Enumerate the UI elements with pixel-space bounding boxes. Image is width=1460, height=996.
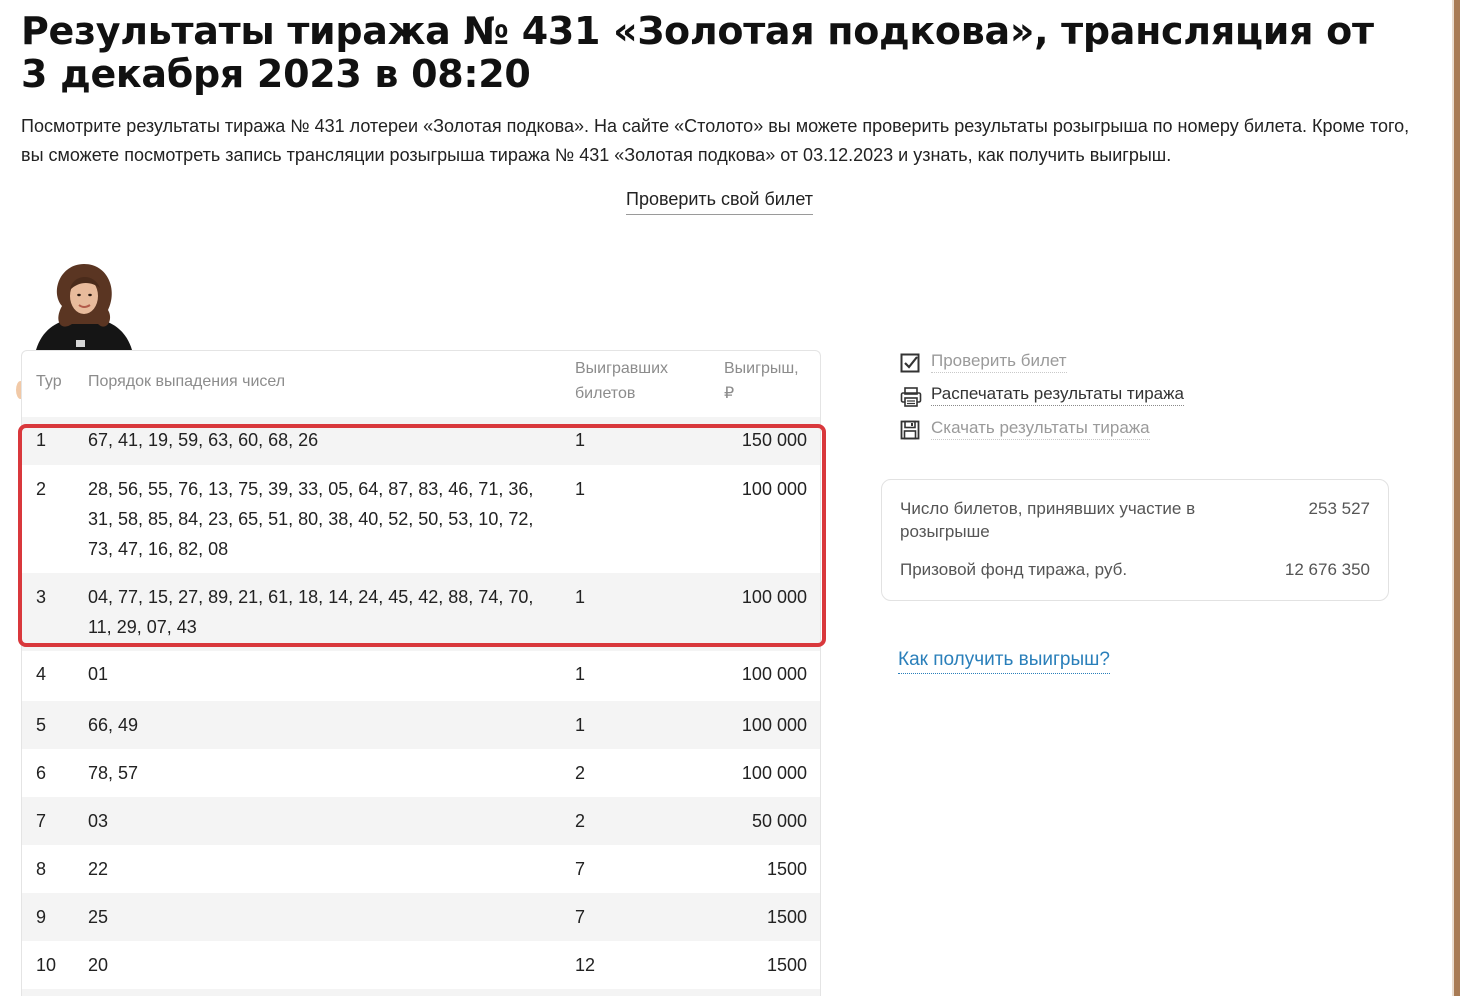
checkbox-icon: [900, 353, 920, 373]
table-row: 9 25 7 1500: [22, 893, 820, 941]
page-title: Результаты тиража № 431 «Золотая подкова…: [21, 9, 1374, 96]
cell-tour: 1: [36, 430, 47, 450]
prize-fund-value: 12 676 350: [1284, 560, 1370, 579]
check-ticket-label: Проверить билет: [931, 350, 1067, 373]
cell-numbers: 22: [88, 859, 109, 879]
prize-fund-label: Призовой фонд тиража, руб.: [900, 560, 1128, 579]
cell-numbers: 01: [88, 664, 109, 684]
cell-prize: 100 000: [741, 763, 807, 783]
cell-prize: 50 000: [751, 811, 807, 831]
table-header: Тур Порядок выпадения чисел Выигравших б…: [22, 351, 820, 417]
cell-winners: 1: [575, 430, 586, 450]
cell-numbers: 78, 57: [88, 763, 139, 783]
results-table: Тур Порядок выпадения чисел Выигравших б…: [21, 350, 821, 996]
printer-icon: [900, 387, 922, 407]
cell-tour: 9: [36, 907, 47, 927]
cell-numbers: 03: [88, 811, 109, 831]
print-results-label: Распечатать результаты тиража: [931, 383, 1184, 406]
cell-numbers: 25: [88, 907, 109, 927]
draw-info-card: Число билетов, принявших участие в розыг…: [881, 479, 1389, 601]
participants-value: 253 527: [1308, 499, 1370, 518]
header-tour: Тур: [36, 373, 62, 390]
host-portrait-image: [36, 264, 132, 350]
cell-tour: 8: [36, 859, 47, 879]
table-row-partial: [22, 989, 820, 996]
check-own-ticket-link[interactable]: Проверить свой билет: [626, 187, 813, 215]
header-prize-line2: ₽: [724, 385, 735, 402]
cell-winners: 1: [575, 479, 586, 499]
cell-tour: 7: [36, 811, 47, 831]
cell-winners: 2: [575, 763, 586, 783]
page: Результаты тиража № 431 «Золотая подкова…: [0, 0, 1460, 996]
table-row: 6 78, 57 2 100 000: [22, 749, 820, 797]
header-numbers: Порядок выпадения чисел: [88, 373, 286, 390]
cell-winners: 1: [575, 587, 586, 607]
host-avatar: [36, 262, 132, 350]
cell-tour: 6: [36, 763, 47, 783]
cell-tour: 5: [36, 715, 47, 735]
cell-tour: 3: [36, 587, 47, 607]
cell-tour: 2: [36, 479, 47, 499]
cell-prize: 100 000: [741, 479, 807, 499]
table-row: 7 03 2 50 000: [22, 797, 820, 845]
cell-numbers: 20: [88, 955, 109, 975]
table-row: 1 67, 41, 19, 59, 63, 60, 68, 26 1 150 0…: [22, 417, 820, 465]
cell-winners: 12: [575, 955, 596, 975]
cell-prize: 150 000: [741, 430, 807, 450]
cell-tour: 4: [36, 664, 47, 684]
table-row: 3 04, 77, 15, 27, 89, 21, 61, 18, 14, 24…: [22, 573, 820, 651]
cell-prize: 1500: [766, 955, 807, 975]
cell-prize: 100 000: [741, 715, 807, 735]
table-row: 2 28, 56, 55, 76, 13, 75, 39, 33, 05, 64…: [22, 465, 820, 573]
how-to-get-prize-link[interactable]: Как получить выигрыш?: [898, 647, 1110, 674]
cell-prize: 1500: [766, 859, 807, 879]
participants-label: Число билетов, принявших участие в розыг…: [900, 499, 1196, 541]
cell-prize: 100 000: [741, 587, 807, 607]
cell-numbers: 28, 56, 55, 76, 13, 75, 39, 33, 05, 64, …: [88, 479, 534, 559]
page-right-border: [1454, 0, 1460, 996]
table-row: 5 66, 49 1 100 000: [22, 701, 820, 749]
cell-winners: 7: [575, 907, 586, 927]
cell-winners: 7: [575, 859, 586, 879]
header-winners-line1: Выигравших: [575, 360, 669, 377]
cell-numbers: 67, 41, 19, 59, 63, 60, 68, 26: [88, 430, 319, 450]
cell-winners: 1: [575, 664, 586, 684]
header-prize-line1: Выигрыш,: [724, 360, 799, 377]
download-results-label: Скачать результаты тиража: [931, 417, 1150, 440]
cell-winners: 2: [575, 811, 586, 831]
header-prize: Выигрыш, ₽: [724, 356, 799, 406]
table-row: 8 22 7 1500: [22, 845, 820, 893]
intro-text: Посмотрите результаты тиража № 431 лотер…: [21, 116, 1410, 165]
header-winners-line2: билетов: [575, 385, 636, 402]
table-row: 10 20 12 1500: [22, 941, 820, 989]
table-row: 4 01 1 100 000: [22, 651, 820, 701]
cell-numbers: 04, 77, 15, 27, 89, 21, 61, 18, 14, 24, …: [88, 587, 534, 637]
cell-tour: 10: [36, 955, 57, 975]
floppy-disk-icon: [900, 420, 920, 440]
cell-prize: 1500: [766, 907, 807, 927]
cell-winners: 1: [575, 715, 586, 735]
header-winners: Выигравших билетов: [575, 356, 668, 406]
cell-numbers: 66, 49: [88, 715, 139, 735]
cell-prize: 100 000: [741, 664, 807, 684]
